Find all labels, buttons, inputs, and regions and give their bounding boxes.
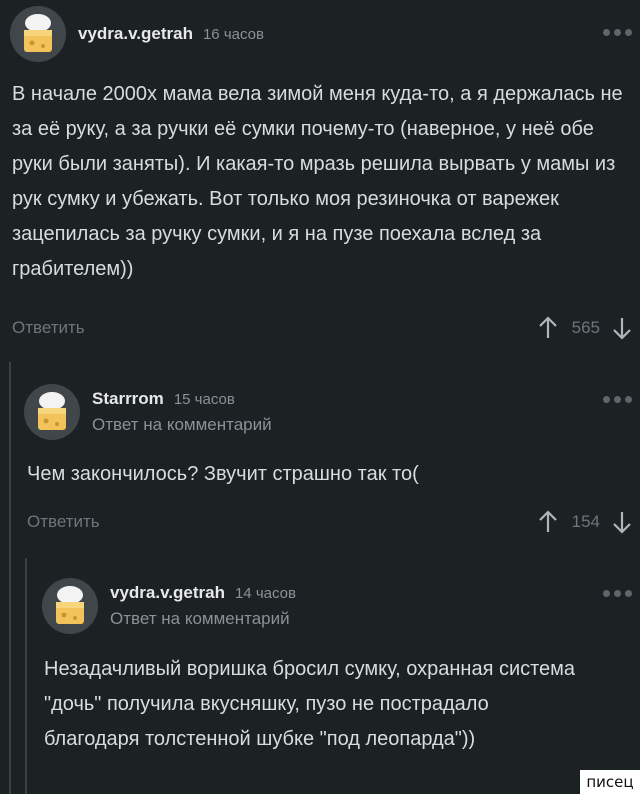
cheese-chef-avatar-icon xyxy=(10,6,66,62)
username[interactable]: vydra.v.getrah xyxy=(110,583,225,603)
reply-button[interactable]: Ответить xyxy=(12,318,85,338)
avatar[interactable] xyxy=(24,384,80,440)
comment-header: vydra.v.getrah 16 часов xyxy=(10,6,264,62)
comment-text: Чем закончилось? Звучит страшно так то( xyxy=(27,463,419,485)
arrow-down-icon[interactable] xyxy=(612,316,632,340)
username[interactable]: vydra.v.getrah xyxy=(78,24,193,44)
comment-text: Незадачливый воришка бросил сумку, охран… xyxy=(44,658,576,750)
cheese-chef-avatar-icon xyxy=(42,578,98,634)
reply-to-link[interactable]: Ответ на комментарий xyxy=(92,415,272,435)
arrow-up-icon[interactable] xyxy=(538,510,558,534)
arrow-up-icon[interactable] xyxy=(538,316,558,340)
comment-actions: Ответить 565 xyxy=(12,314,632,342)
watermark: писец xyxy=(580,770,640,794)
username[interactable]: Starrrom xyxy=(92,389,164,409)
timestamp: 14 часов xyxy=(234,585,296,602)
thread-line-level-2 xyxy=(25,558,27,794)
cheese-chef-avatar-icon xyxy=(24,384,80,440)
comment-header: vydra.v.getrah 14 часов Ответ на коммент… xyxy=(42,578,296,634)
avatar[interactable] xyxy=(42,578,98,634)
reply-button[interactable]: Ответить xyxy=(27,512,100,532)
vote-count: 565 xyxy=(571,318,600,337)
thread-line-level-1 xyxy=(9,362,11,794)
timestamp: 15 часов xyxy=(173,391,235,408)
comment-text: В начале 2000х мама вела зимой меня куда… xyxy=(12,83,623,280)
arrow-down-icon[interactable] xyxy=(612,510,632,534)
avatar[interactable] xyxy=(10,6,66,62)
comment-actions: Ответить 154 xyxy=(27,508,632,536)
more-dots-icon[interactable] xyxy=(603,29,632,36)
vote-count: 154 xyxy=(571,512,600,531)
more-dots-icon[interactable] xyxy=(603,396,632,403)
reply-to-link[interactable]: Ответ на комментарий xyxy=(110,609,296,629)
comment-header: Starrrom 15 часов Ответ на комментарий xyxy=(24,384,272,440)
timestamp: 16 часов xyxy=(202,26,264,43)
more-dots-icon[interactable] xyxy=(603,590,632,597)
